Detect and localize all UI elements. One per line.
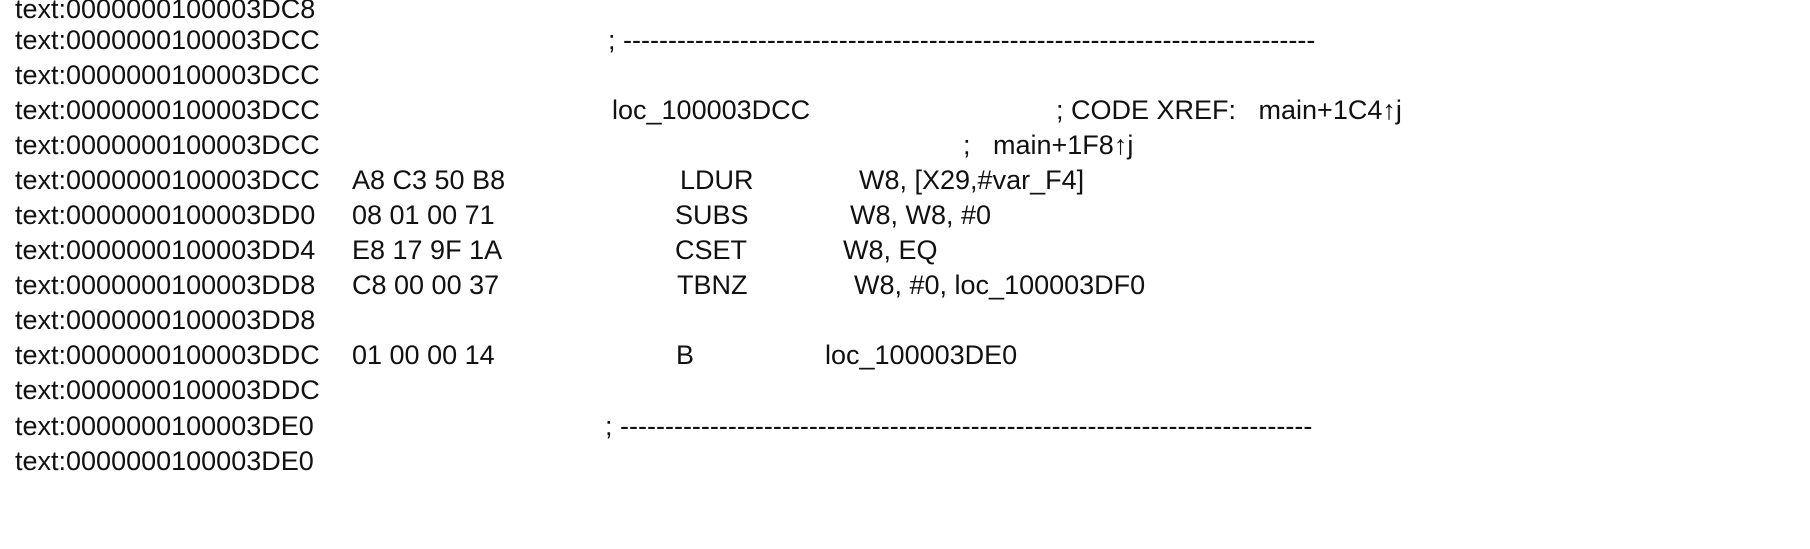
address: text:0000000100003DD8	[15, 270, 316, 300]
separator-comment: ; --------------------------------------…	[608, 25, 1316, 55]
address: text:0000000100003DE0	[15, 411, 314, 441]
listing-line-9[interactable]: text:0000000100003DD8	[0, 303, 1810, 338]
address: text:0000000100003DD0	[15, 200, 316, 230]
address: text:0000000100003DD8	[15, 305, 316, 335]
listing-line-13[interactable]: text:0000000100003DE0	[0, 444, 1810, 479]
address: text:0000000100003DE0	[15, 446, 314, 476]
address: text:0000000100003DCC	[15, 60, 320, 90]
operands: W8, EQ	[843, 235, 938, 265]
separator-comment: ; --------------------------------------…	[605, 411, 1313, 441]
address: text:0000000100003DD4	[15, 235, 316, 265]
opcode-bytes: 01 00 00 14	[352, 340, 495, 370]
address: text:0000000100003DDC	[15, 375, 320, 405]
listing-line-2[interactable]: text:0000000100003DCC	[0, 58, 1810, 93]
listing-line-7[interactable]: text:0000000100003DD4 E8 17 9F 1A CSET W…	[0, 233, 1810, 268]
address: text:0000000100003DCC	[15, 130, 320, 160]
opcode-bytes: 08 01 00 71	[352, 200, 495, 230]
listing-line-8[interactable]: text:0000000100003DD8 C8 00 00 37 TBNZ W…	[0, 268, 1810, 303]
mnemonic: CSET	[675, 235, 748, 265]
mnemonic: SUBS	[675, 200, 749, 230]
listing-line-5[interactable]: text:0000000100003DCC A8 C3 50 B8 LDUR W…	[0, 163, 1810, 198]
operands[interactable]: W8, [X29,#var_F4]	[859, 163, 1084, 198]
address: text:0000000100003DDC	[15, 340, 320, 370]
address: text:0000000100003DCC	[15, 165, 320, 195]
xref-comment[interactable]: ; main+1F8↑j	[963, 128, 1133, 163]
address: text:0000000100003DCC	[15, 95, 320, 125]
xref-comment[interactable]: ; CODE XREF: main+1C4↑j	[1056, 93, 1402, 128]
listing-line-10[interactable]: text:0000000100003DDC 01 00 00 14 B loc_…	[0, 338, 1810, 373]
listing-line-4[interactable]: text:0000000100003DCC ; main+1F8↑j	[0, 128, 1810, 163]
operands[interactable]: W8, #0, loc_100003DF0	[854, 268, 1145, 303]
listing-line-11[interactable]: text:0000000100003DDC	[0, 373, 1810, 408]
listing-line-6[interactable]: text:0000000100003DD0 08 01 00 71 SUBS W…	[0, 198, 1810, 233]
label[interactable]: loc_100003DCC	[612, 93, 810, 128]
disassembly-listing: text:0000000100003DC8 text:0000000100003…	[0, 0, 1810, 479]
mnemonic: TBNZ	[677, 270, 748, 300]
opcode-bytes: E8 17 9F 1A	[352, 235, 503, 265]
opcode-bytes: A8 C3 50 B8	[352, 165, 506, 195]
operands[interactable]: loc_100003DE0	[825, 338, 1017, 373]
address: text:0000000100003DCC	[15, 25, 320, 55]
listing-line-3[interactable]: text:0000000100003DCC loc_100003DCC ; CO…	[0, 93, 1810, 128]
mnemonic: B	[676, 340, 695, 370]
listing-line-12[interactable]: text:0000000100003DE0 ; ----------------…	[0, 409, 1810, 444]
listing-line-1[interactable]: text:0000000100003DCC ; ----------------…	[0, 23, 1810, 58]
mnemonic: LDUR	[680, 165, 754, 195]
operands: W8, W8, #0	[850, 200, 992, 230]
opcode-bytes: C8 00 00 37	[352, 270, 500, 300]
